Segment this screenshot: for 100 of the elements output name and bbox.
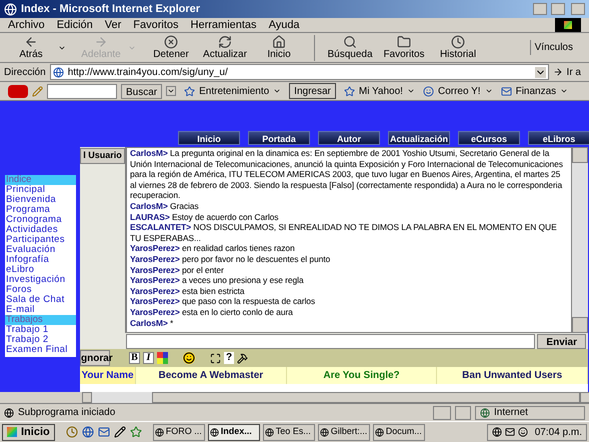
chat-message: CarlosM> La pregunta original en la dinamica es: En septiembre de 2001 Yoshio Utsumi, Secretario General de la Unión Internacional de Telecomunicaciones, anunció la quinta Exposición y Foro Internacional de Telecomunicaciones para la región de América, ITU TELECOM AMERICAS 2003, que tuvo lugar en Buenos Aires, Argentina, el martes 25 al viernes 28 de febrero de 2003. Siendo la respuesta [Falso] (correctamente respondida) a Aura no le corresponderia recuperacion.: [130, 148, 564, 201]
menu-link[interactable]: Actividades: [5, 225, 76, 235]
menu-link[interactable]: Examen Final: [5, 345, 76, 355]
send-button[interactable]: Enviar: [537, 334, 586, 348]
links-label[interactable]: Vínculos: [530, 40, 573, 55]
italic-button[interactable]: I: [143, 352, 154, 364]
ad-link[interactable]: Your Name: [80, 367, 136, 384]
tray-icon: [518, 427, 528, 437]
maximize-button[interactable]: [551, 3, 565, 15]
status-pane: [455, 406, 471, 420]
ignore-button[interactable]: gnorar: [80, 350, 110, 366]
menu-item[interactable]: Archivo: [8, 16, 45, 34]
chat-message: YarosPerez> que paso con la respuesta de carlos: [130, 296, 316, 307]
taskbar-button[interactable]: Teo Es...: [262, 424, 315, 440]
menu-item[interactable]: Ayuda: [268, 16, 300, 34]
status-pane: [433, 406, 451, 420]
clock: 07:04 p.m.: [534, 426, 582, 440]
scrollbar[interactable]: [572, 147, 588, 333]
menu-link[interactable]: eLibro: [5, 265, 76, 275]
message-field[interactable]: [126, 334, 536, 348]
dropdown-icon[interactable]: [534, 66, 546, 78]
caret-icon[interactable]: [484, 87, 493, 95]
color-picker-icon[interactable]: [157, 352, 168, 364]
menu-link[interactable]: Participantes: [5, 235, 76, 245]
menu-link[interactable]: Trabajo 1: [5, 325, 76, 335]
smiley-icon: [422, 86, 434, 96]
chat-message: CarlosM> *: [130, 318, 174, 328]
tray-icon: [504, 427, 515, 437]
menu-link[interactable]: Evaluación: [5, 245, 76, 255]
chat-message: YarosPerez> por el enter: [130, 264, 225, 276]
nav-button[interactable]: Autor: [318, 131, 380, 145]
menu-link[interactable]: Sala de Chat: [5, 295, 76, 305]
scrollbar[interactable]: [82, 392, 589, 403]
caret-icon[interactable]: [560, 87, 568, 95]
expand-icon[interactable]: [210, 352, 221, 364]
status-text: Subprograma iniciado: [18, 406, 116, 420]
address-field[interactable]: http://www.train4you.com/sig/uny_u/: [50, 64, 549, 80]
menu-link[interactable]: E-mail: [5, 305, 76, 315]
nav-button[interactable]: Portada: [248, 131, 310, 145]
menu-item[interactable]: Favoritos: [133, 16, 179, 34]
menu-link[interactable]: Foros: [5, 285, 76, 295]
nav-button[interactable]: eCursos: [458, 131, 520, 145]
caret-icon[interactable]: [273, 87, 282, 95]
toolbar-button[interactable]: Favoritos: [377, 34, 431, 62]
browser-icon: [4, 2, 17, 16]
users-button[interactable]: l Usuario: [80, 148, 125, 164]
window-icon: [154, 428, 164, 436]
help-button[interactable]: ?: [224, 352, 234, 364]
toolbar-button[interactable]: Atrás: [4, 34, 58, 62]
toolbar-menu-item[interactable]: Correo Y!: [438, 84, 481, 98]
pencil-icon[interactable]: [32, 86, 43, 96]
ad-link[interactable]: Ban Unwanted Users: [437, 367, 588, 384]
zone-text: Internet: [494, 406, 528, 420]
nav-button[interactable]: eLibros: [528, 131, 589, 145]
ad-link[interactable]: Are You Single?: [286, 367, 438, 384]
minimize-button[interactable]: [533, 3, 547, 15]
menu-link[interactable]: Cronograma: [5, 215, 76, 225]
go-button[interactable]: Ir a: [566, 64, 581, 80]
ad-link[interactable]: Become A Webmaster: [136, 367, 287, 384]
toolbar-button[interactable]: Detener: [144, 34, 198, 62]
window-icon: [374, 428, 384, 436]
taskbar-button[interactable]: Docum...: [372, 424, 425, 440]
toolbar-menu-item[interactable]: Entretenimiento: [199, 84, 270, 98]
taskbar-button[interactable]: FORO ...: [152, 424, 205, 440]
nav-button[interactable]: Inicio: [178, 131, 240, 145]
window-icon: [210, 428, 219, 436]
menu-link[interactable]: Bienvenida: [5, 195, 76, 205]
refresh-icon: [218, 34, 232, 48]
taskbar-button[interactable]: Gilbert:...: [318, 424, 370, 440]
start-button[interactable]: Inicio: [2, 424, 55, 440]
chat-message: YarosPerez> pero por favor no le descuentes el punto: [130, 254, 332, 265]
menu-link[interactable]: Principal: [5, 185, 76, 195]
go-arrow-icon[interactable]: [552, 67, 563, 77]
toolbar-button[interactable]: Actualizar: [198, 34, 252, 62]
search-field[interactable]: [47, 84, 117, 98]
smiley-icon[interactable]: [183, 352, 195, 364]
toolbar-button[interactable]: Inicio: [252, 34, 306, 62]
close-button[interactable]: [571, 3, 585, 15]
menu-item[interactable]: Herramientas: [190, 16, 257, 34]
nav-button[interactable]: Actualización: [388, 131, 450, 145]
toolbar-menu-item[interactable]: Mi Yahoo!: [358, 84, 403, 98]
menu-link[interactable]: Infografía: [5, 255, 76, 265]
hammer-icon[interactable]: [237, 352, 248, 364]
taskbar-button[interactable]: Index...: [208, 424, 260, 440]
toolbar-button[interactable]: Ingresar: [289, 83, 336, 99]
menu-link[interactable]: Programa: [5, 205, 76, 215]
toolbar-button[interactable]: Historial: [431, 34, 485, 62]
quick-launch-icon[interactable]: [114, 426, 126, 438]
envelope-icon: [500, 86, 512, 96]
search-button[interactable]: Buscar: [121, 84, 162, 98]
chat-message: YarosPerez> esta bien estricta: [130, 286, 246, 296]
menu-link[interactable]: Trabajo 2: [5, 335, 76, 345]
search-icon: [343, 34, 357, 48]
bold-button[interactable]: B: [129, 352, 140, 364]
menu-item[interactable]: Edición: [56, 16, 93, 34]
toolbar-button[interactable]: Búsqueda: [323, 34, 377, 62]
menu-link[interactable]: Investigación: [5, 275, 76, 285]
toolbar-menu-item[interactable]: Finanzas: [516, 84, 556, 98]
caret-icon[interactable]: [406, 87, 415, 95]
menu-item[interactable]: Ver: [104, 16, 122, 34]
